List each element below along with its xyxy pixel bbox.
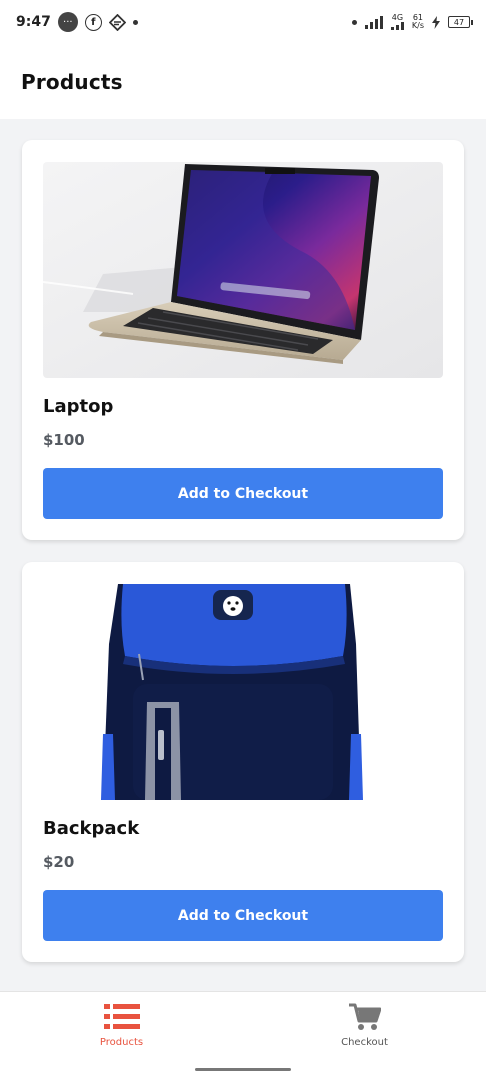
add-to-checkout-button[interactable]: Add to Checkout xyxy=(43,468,443,519)
status-time: 9:47 xyxy=(16,14,51,30)
notification-dot-icon xyxy=(132,19,138,25)
charging-icon xyxy=(432,15,440,29)
product-price: $100 xyxy=(43,431,85,449)
notification-dot-icon xyxy=(351,19,357,25)
bottom-navigation: Products Checkout xyxy=(0,991,486,1058)
product-name: Laptop xyxy=(43,396,114,417)
home-indicator[interactable] xyxy=(195,1068,291,1071)
chat-bubble-icon: ··· xyxy=(57,12,78,32)
battery-level: 47 xyxy=(453,17,465,27)
add-to-checkout-button[interactable]: Add to Checkout xyxy=(43,890,443,941)
status-bar-left: 9:47 ··· f xyxy=(16,12,138,32)
tab-label: Products xyxy=(99,1036,144,1048)
tab-label: Checkout xyxy=(341,1036,388,1048)
status-bar: 9:47 ··· f 4G 61 K/s 47 xyxy=(0,0,486,44)
cart-icon xyxy=(348,1003,381,1030)
gesture-bar xyxy=(0,1058,486,1080)
signal-icon xyxy=(364,15,383,29)
facebook-icon: f xyxy=(84,13,102,31)
product-image-backpack xyxy=(43,584,443,800)
product-image-laptop xyxy=(43,162,443,378)
network-speed: 61 K/s xyxy=(411,13,424,30)
product-card: Laptop $100 Add to Checkout xyxy=(22,140,464,540)
battery-icon: 47 xyxy=(448,16,473,28)
list-icon xyxy=(103,1003,140,1029)
page-title: Products xyxy=(21,69,123,94)
status-bar-right: 4G 61 K/s 47 xyxy=(351,13,473,30)
feed-icon xyxy=(108,13,126,31)
app-bar: Products xyxy=(0,44,486,119)
tab-products[interactable]: Products xyxy=(0,992,243,1058)
product-name: Backpack xyxy=(43,818,140,839)
tab-checkout[interactable]: Checkout xyxy=(243,992,486,1058)
product-price: $20 xyxy=(43,853,75,871)
network-type: 4G xyxy=(390,14,404,30)
product-list[interactable]: Laptop $100 Add to Checkout Backpack $20… xyxy=(0,119,486,991)
product-card: Backpack $20 Add to Checkout xyxy=(22,562,464,962)
